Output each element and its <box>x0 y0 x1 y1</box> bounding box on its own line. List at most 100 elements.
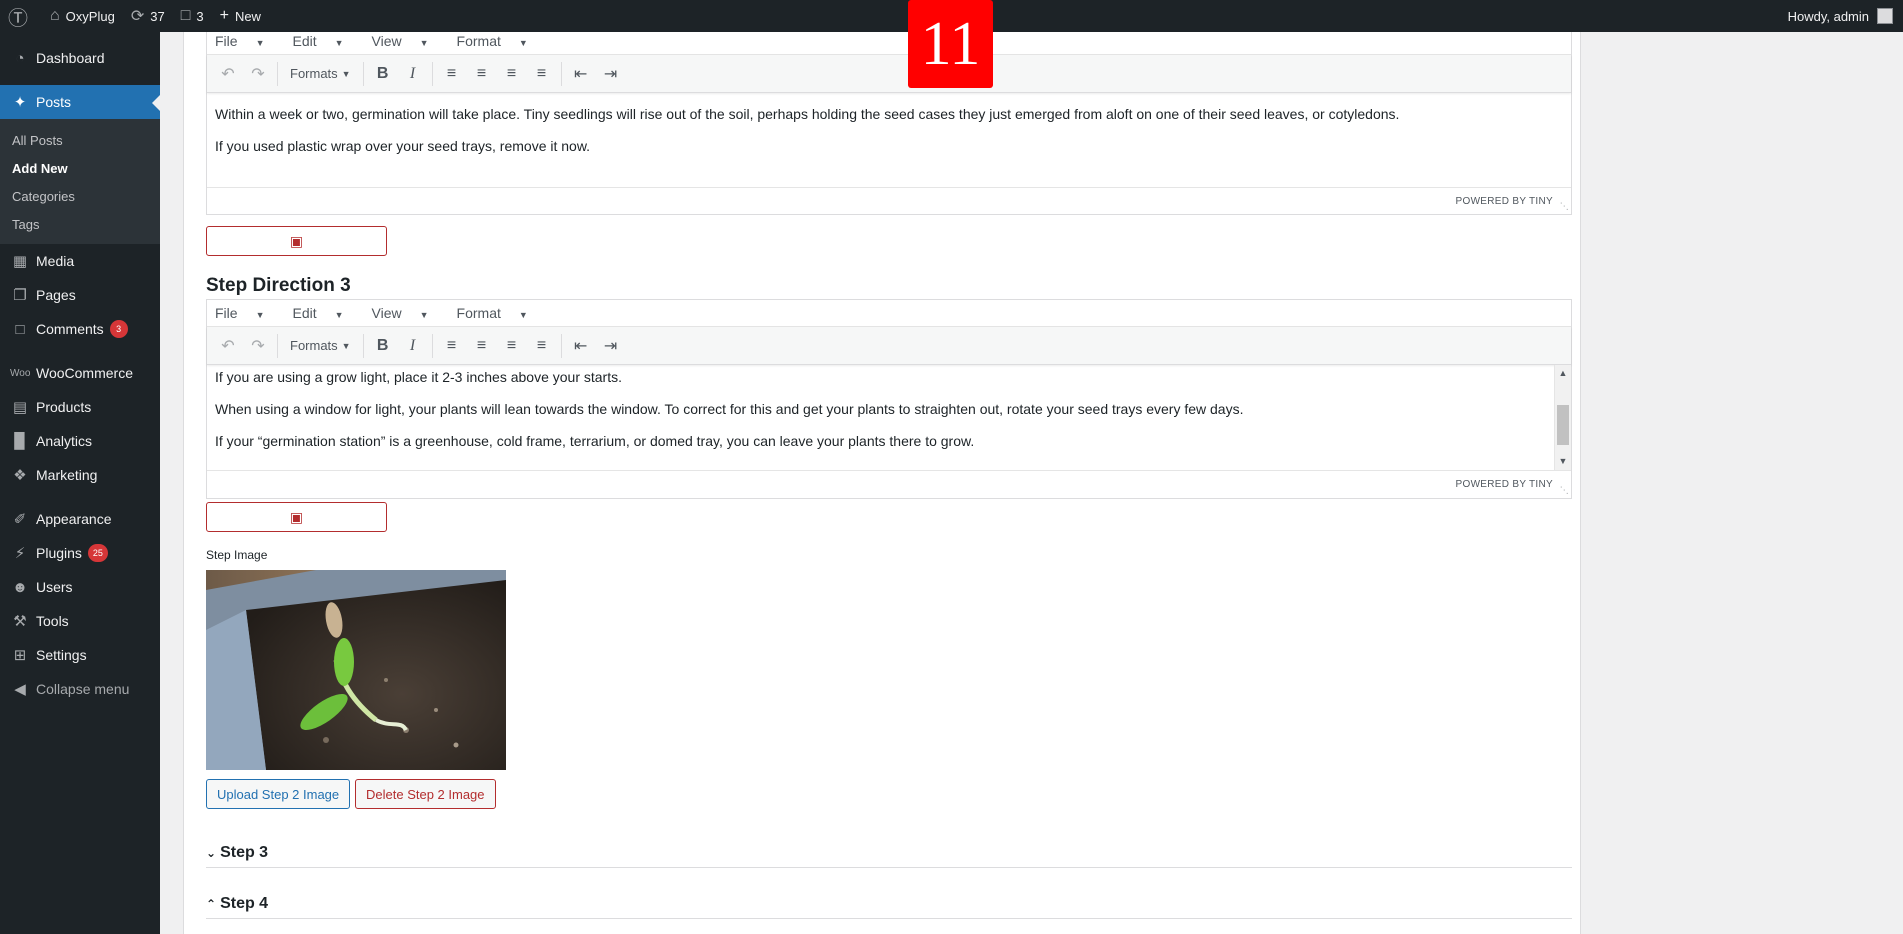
align-right-icon[interactable]: ≡ <box>497 331 527 361</box>
sidebar-collapse-menu[interactable]: ◀ Collapse menu <box>0 672 160 706</box>
indent-icon[interactable]: ⇥ <box>596 331 626 361</box>
editor-menubar: File ▼ Edit ▼ View ▼ Format ▼ <box>207 300 1571 327</box>
sidebar-item-users[interactable]: ☻ Users <box>0 570 160 604</box>
chevron-up-icon: ⌃ <box>206 896 217 911</box>
submenu-add-new[interactable]: Add New <box>0 154 160 182</box>
overlay-number-badge: 11 <box>908 0 993 88</box>
delete-step-button[interactable]: ▣ <box>206 226 387 256</box>
align-justify-icon[interactable]: ≡ <box>527 331 557 361</box>
formats-dropdown[interactable]: Formats ▼ <box>282 338 359 353</box>
align-right-icon[interactable]: ≡ <box>497 59 527 89</box>
wrench-icon: ⚒ <box>13 613 27 630</box>
menu-edit[interactable]: Edit ▼ <box>292 33 357 49</box>
avatar[interactable] <box>1877 8 1893 24</box>
editor-statusbar: POWERED BY TINY ⋱ <box>207 187 1571 215</box>
submenu-categories[interactable]: Categories <box>0 182 160 210</box>
sidebar-item-dashboard[interactable]: ◔ Dashboard <box>0 41 160 75</box>
sidebar-item-posts[interactable]: ✦ Posts <box>0 85 160 119</box>
redo-icon[interactable]: ↷ <box>243 59 273 89</box>
step-2-editor: File ▼ Edit ▼ View ▼ Format ▼ ↶ ↷ Formats ▼ B… <box>206 27 1572 215</box>
sidebar-item-products[interactable]: ▤ Products <box>0 390 160 424</box>
comments-link[interactable]: □ 3 <box>173 0 212 32</box>
menu-view[interactable]: View ▼ <box>372 305 443 321</box>
admin-sidebar: ◔ Dashboard ✦ Posts All Posts Add New Cate… <box>0 32 160 934</box>
plugin-icon: ⚡ <box>14 545 26 562</box>
submenu-tags[interactable]: Tags <box>0 210 160 238</box>
step-image-preview <box>206 570 506 770</box>
delete-step-button[interactable]: ▣ <box>206 502 387 532</box>
account-greeting[interactable]: Howdy, admin <box>1788 9 1869 24</box>
accordion-step-3[interactable]: ⌄ Step 3 <box>206 838 1572 868</box>
sidebar-item-tools[interactable]: ⚒ Tools <box>0 604 160 638</box>
home-icon: ⌂ <box>50 7 60 24</box>
upload-step-image-button[interactable]: Upload Step 2 Image <box>206 779 351 809</box>
sidebar-item-settings[interactable]: ⊞ Settings <box>0 638 160 672</box>
submenu-all-posts[interactable]: All Posts <box>0 126 160 154</box>
outdent-icon[interactable]: ⇤ <box>566 331 596 361</box>
trash-icon: ▣ <box>289 232 304 249</box>
sidebar-item-analytics[interactable]: ▉ Analytics <box>0 424 160 458</box>
media-icon: ▦ <box>12 253 28 270</box>
user-icon: ☻ <box>12 578 28 596</box>
menu-edit[interactable]: Edit ▼ <box>292 305 357 321</box>
new-content-link[interactable]: + New <box>212 0 269 32</box>
sidebar-item-plugins[interactable]: ⚡ Plugins 25 <box>0 536 160 570</box>
content-panel: File ▼ Edit ▼ View ▼ Format ▼ ↶ ↷ Formats ▼ B… <box>183 27 1581 934</box>
paragraph: If you used plastic wrap over your seed … <box>215 138 591 154</box>
indent-icon[interactable]: ⇥ <box>596 59 626 89</box>
sidebar-item-media[interactable]: ▦ Media <box>0 244 160 278</box>
bold-icon[interactable]: B <box>368 331 398 361</box>
scroll-thumb[interactable] <box>1557 405 1569 445</box>
align-center-icon[interactable]: ≡ <box>467 59 497 89</box>
bar-chart-icon: ▉ <box>14 433 26 450</box>
menu-file[interactable]: File ▼ <box>215 33 278 49</box>
editor-toolbar: ↶ ↷ Formats ▼ B I ≡ ≡ ≡ ≡ ⇤ ⇥ <box>207 55 1571 93</box>
menu-view[interactable]: View ▼ <box>372 33 443 49</box>
bold-icon[interactable]: B <box>368 59 398 89</box>
editor-content[interactable]: If you are using a grow light, place it … <box>207 365 1571 474</box>
plus-icon: + <box>219 7 229 24</box>
refresh-icon: ⟳ <box>130 8 145 25</box>
menu-format[interactable]: Format ▼ <box>457 33 542 49</box>
menu-file[interactable]: File ▼ <box>215 305 278 321</box>
step-image-label: Step Image <box>206 548 268 562</box>
delete-step-image-button[interactable]: Delete Step 2 Image <box>355 779 496 809</box>
outdent-icon[interactable]: ⇤ <box>566 59 596 89</box>
accordion-step-4[interactable]: ⌃ Step 4 <box>206 889 1572 919</box>
menu-format[interactable]: Format ▼ <box>457 305 542 321</box>
step-direction-title: Step Direction 3 <box>206 275 351 296</box>
resize-handle-icon[interactable]: ⋱ <box>1560 201 1569 212</box>
powered-by-tiny[interactable]: POWERED BY TINY <box>1456 196 1553 207</box>
settings-icon: ⊞ <box>13 647 27 664</box>
powered-by-tiny[interactable]: POWERED BY TINY <box>1456 479 1553 490</box>
sidebar-item-appearance[interactable]: ✐ Appearance <box>0 502 160 536</box>
editor-frame: If you are using a grow light, place it … <box>207 365 1571 470</box>
comment-icon: □ <box>180 7 191 24</box>
redo-icon[interactable]: ↷ <box>243 331 273 361</box>
sidebar-item-marketing[interactable]: ❖ Marketing <box>0 458 160 492</box>
undo-icon[interactable]: ↶ <box>213 59 243 89</box>
editor-scrollbar[interactable]: ▲ ▼ <box>1554 365 1571 470</box>
sidebar-item-comments[interactable]: □ Comments 3 <box>0 312 160 346</box>
resize-handle-icon[interactable]: ⋱ <box>1560 485 1569 496</box>
sidebar-item-woocommerce[interactable]: Woo WooCommerce <box>0 356 160 390</box>
updates-link[interactable]: ⟳ 37 <box>123 0 173 32</box>
align-left-icon[interactable]: ≡ <box>437 331 467 361</box>
site-name-link[interactable]: ⌂ OxyPlug <box>42 0 123 32</box>
italic-icon[interactable]: I <box>398 331 428 361</box>
paintbrush-icon: ✐ <box>13 511 27 528</box>
undo-icon[interactable]: ↶ <box>213 331 243 361</box>
editor-statusbar: POWERED BY TINY ⋱ <box>207 470 1571 498</box>
scroll-up-icon[interactable]: ▲ <box>1555 365 1571 382</box>
formats-dropdown[interactable]: Formats ▼ <box>282 66 359 81</box>
align-justify-icon[interactable]: ≡ <box>527 59 557 89</box>
align-left-icon[interactable]: ≡ <box>437 59 467 89</box>
editor-content[interactable]: Within a week or two, germination will t… <box>207 93 1571 187</box>
align-center-icon[interactable]: ≡ <box>467 331 497 361</box>
wordpress-logo[interactable]: Ⓣ <box>0 0 42 32</box>
sidebar-item-pages[interactable]: ❐ Pages <box>0 278 160 312</box>
italic-icon[interactable]: I <box>398 59 428 89</box>
archive-icon: ▤ <box>12 399 28 416</box>
paragraph: If your “germination station” is a green… <box>215 433 975 449</box>
scroll-down-icon[interactable]: ▼ <box>1555 453 1571 470</box>
